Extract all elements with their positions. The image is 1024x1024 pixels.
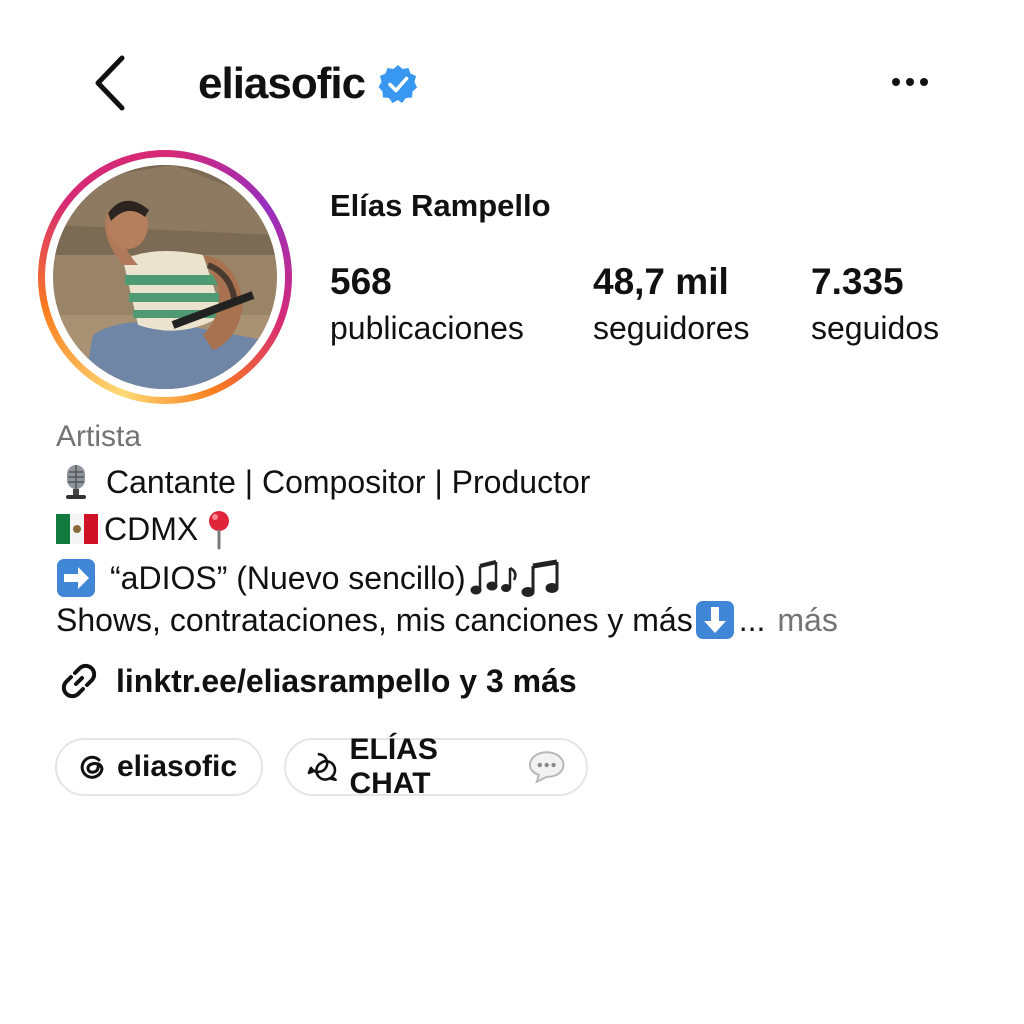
chat-chip-label: ELÍAS CHAT [349,733,438,800]
back-arrow-icon[interactable] [88,52,138,114]
chat-icon [307,752,337,782]
bio-line-text: Cantante | Compositor | Productor [106,463,591,500]
bio-line-text: “aDIOS” (Nuevo sencillo) [110,559,466,596]
profile-username: eliasofic [198,59,366,108]
followers-count-value: 48,7 mil [593,261,729,302]
following-count-value: 7.335 [811,261,904,302]
following-count-label: seguidos [811,310,940,346]
followers-count-label: seguidores [593,310,750,346]
avatar-photo [53,165,277,389]
bio-more-link[interactable]: más [777,602,837,639]
microphone-icon [66,465,86,499]
music-notes-icon [470,559,559,597]
following-count[interactable]: 7.335 seguidos [811,262,939,352]
posts-count[interactable]: 568 publicaciones [330,262,524,352]
bio-line: Cantante | Compositor | Productor [56,462,590,502]
bio-line: “aDIOS” (Nuevo sencillo) [56,556,564,600]
pin-icon [209,511,230,550]
arrow-down-icon [695,601,734,639]
threads-profile-chip[interactable]: eliasofic [55,738,263,796]
threads-chip-label: eliasofic [117,750,238,783]
arrow-right-icon [57,559,95,597]
broadcast-chat-chip[interactable]: ELÍAS CHAT [284,733,588,800]
mexico-flag-icon [56,514,98,544]
profile-header: eliasofic [198,56,419,112]
bio-line-text: CDMX [104,510,199,547]
bio-line: CDMX [56,508,236,550]
link-icon [61,663,97,699]
more-options-icon[interactable] [880,62,940,102]
profile-category: Artista [56,420,142,453]
profile-full-name: Elías Rampello [330,188,551,223]
posts-count-value: 568 [330,261,392,302]
posts-count-label: publicaciones [330,310,524,346]
avatar-story-ring[interactable] [38,150,292,404]
threads-icon [80,755,104,779]
bio-ellipsis: ... [738,601,766,638]
followers-count[interactable]: 48,7 mil seguidores [593,262,750,352]
speech-bubble-icon [528,751,565,784]
bio-line-text: Shows, contrataciones, mis canciones y m… [56,601,693,638]
profile-link-text: linktr.ee/eliasrampello y 3 más [116,662,577,699]
profile-link[interactable]: linktr.ee/eliasrampello y 3 más [56,658,577,704]
verified-badge-icon [378,65,418,103]
avatar [53,165,277,389]
bio-line: Shows, contrataciones, mis canciones y m… [56,600,838,640]
